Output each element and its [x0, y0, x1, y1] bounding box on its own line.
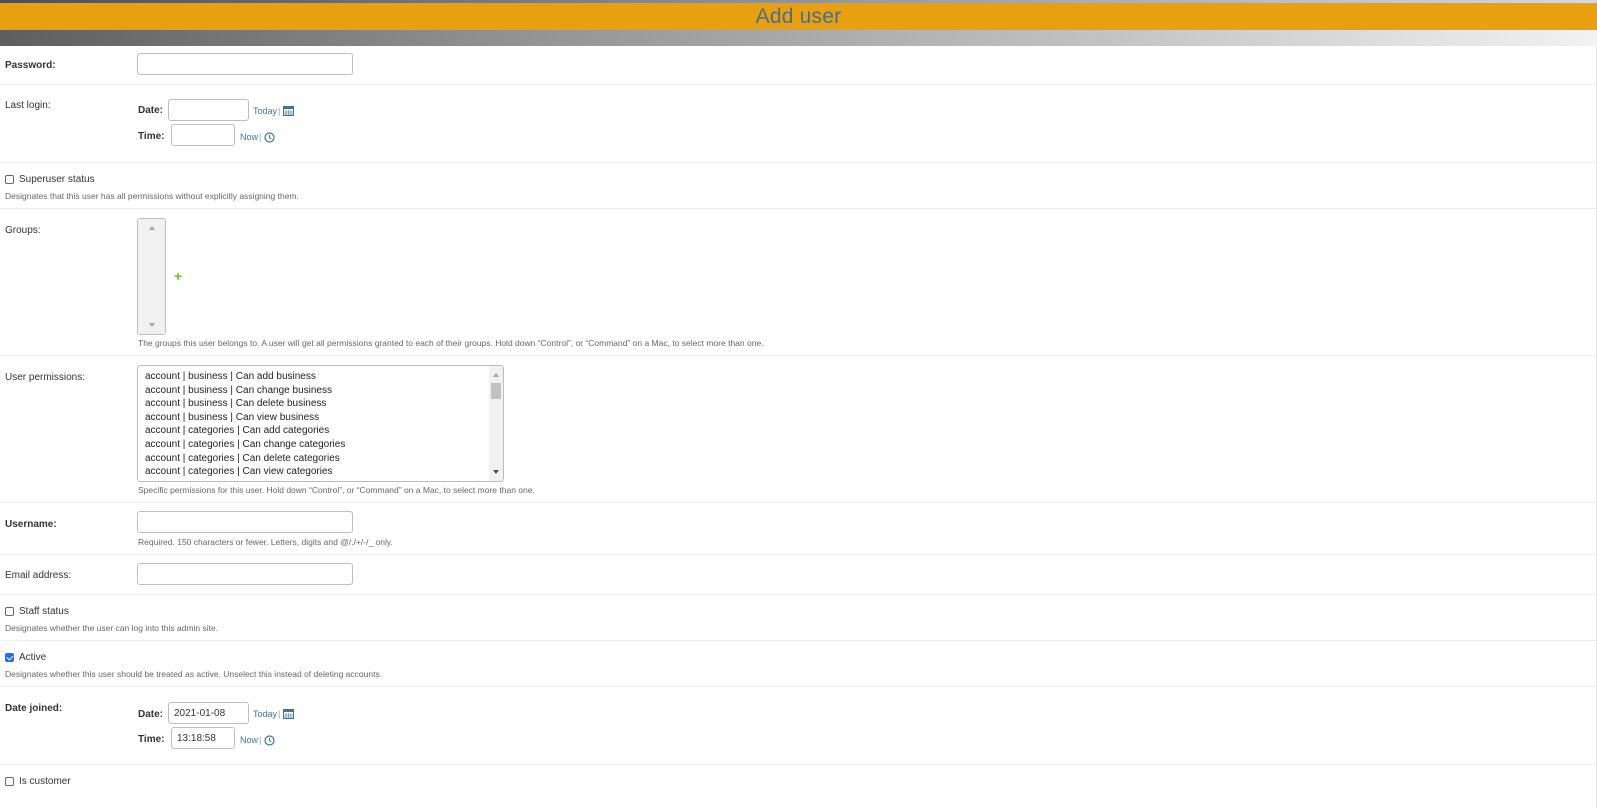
groups-select[interactable] [137, 218, 166, 335]
permission-option[interactable]: account | business | Can delete business [145, 397, 345, 411]
password-label: Password: [5, 60, 56, 71]
clock-icon[interactable] [264, 132, 275, 143]
is-customer-checkbox[interactable] [5, 777, 14, 786]
page-title: Add user [755, 5, 842, 28]
last-login-date-input[interactable] [168, 99, 249, 121]
superuser-row: Superuser status Designates that this us… [0, 162, 1597, 209]
calendar-icon[interactable] [283, 708, 294, 719]
email-label: Email address: [5, 570, 72, 581]
username-row: Username: Required. 150 characters or fe… [0, 502, 1597, 555]
last-login-now-link[interactable]: Now [240, 132, 258, 142]
password-field[interactable] [137, 53, 353, 75]
scrollbar-thumb[interactable] [491, 383, 501, 399]
user-permissions-label: User permissions: [5, 372, 86, 383]
staff-label: Staff status [19, 606, 69, 617]
scroll-up-arrow[interactable] [149, 226, 155, 230]
separator: | [278, 709, 281, 719]
permission-option[interactable]: account | categories | Can change catego… [145, 438, 345, 452]
password-row: Password: [0, 46, 1597, 84]
last-login-label: Last login: [5, 100, 51, 111]
date-joined-now-link[interactable]: Now [240, 735, 258, 745]
separator: | [278, 106, 281, 116]
staff-help: Designates whether the user can log into… [5, 623, 219, 633]
date-joined-time-input[interactable] [171, 727, 235, 749]
user-permissions-help: Specific permissions for this user. Hold… [138, 485, 535, 495]
active-help: Designates whether this user should be t… [5, 669, 383, 679]
date-joined-date-label: Date: [138, 709, 164, 720]
email-row: Email address: [0, 554, 1597, 595]
date-joined-today-link[interactable]: Today [253, 709, 277, 719]
username-field[interactable] [137, 511, 353, 533]
add-group-plus-icon[interactable]: + [174, 268, 182, 284]
is-customer-row: Is customer [0, 764, 1597, 809]
groups-label: Groups: [5, 225, 41, 236]
username-label: Username: [5, 519, 57, 530]
header-gradient-bar [0, 30, 1597, 46]
permissions-scrollbar[interactable] [489, 366, 503, 481]
staff-row: Staff status Designates whether the user… [0, 594, 1597, 641]
last-login-time-input[interactable] [171, 124, 235, 146]
superuser-help: Designates that this user has all permis… [5, 191, 299, 201]
page-header: Add user [0, 3, 1597, 30]
date-joined-time-label: Time: [138, 734, 165, 745]
user-permissions-select[interactable]: account | business | Can add business ac… [137, 365, 504, 482]
superuser-checkbox[interactable] [5, 175, 14, 184]
groups-scrollbar[interactable] [138, 219, 165, 334]
permission-option[interactable]: account | business | Can add business [145, 370, 345, 384]
separator: | [259, 735, 262, 745]
last-login-row: Last login: Date: Today | Time: Now | [0, 84, 1597, 163]
date-joined-row: Date joined: Date: Today | Time: Now | [0, 686, 1597, 765]
email-field[interactable] [137, 563, 353, 585]
active-label: Active [19, 652, 47, 663]
active-row: Active Designates whether this user shou… [0, 640, 1597, 687]
user-permissions-row: User permissions: account | business | C… [0, 355, 1597, 503]
permissions-options-list: account | business | Can add business ac… [145, 370, 345, 479]
scroll-down-arrow[interactable] [493, 470, 499, 474]
separator: | [259, 132, 262, 142]
calendar-icon[interactable] [283, 105, 294, 116]
groups-help: The groups this user belongs to. A user … [138, 338, 764, 348]
is-customer-label: Is customer [19, 776, 71, 787]
permission-option[interactable]: account | business | Can view business [145, 411, 345, 425]
last-login-time-label: Time: [138, 131, 165, 142]
scroll-up-arrow[interactable] [493, 373, 499, 377]
staff-checkbox[interactable] [5, 607, 14, 616]
active-checkbox[interactable] [5, 653, 14, 662]
username-help: Required. 150 characters or fewer. Lette… [138, 537, 393, 547]
date-joined-date-input[interactable] [168, 702, 249, 724]
permission-option[interactable]: account | categories | Can delete catego… [145, 452, 345, 466]
groups-row: Groups: + The groups this user belongs t… [0, 208, 1597, 356]
permission-option[interactable]: account | categories | Can view categori… [145, 465, 345, 479]
permission-option[interactable]: account | categories | Can add categorie… [145, 424, 345, 438]
last-login-date-label: Date: [138, 105, 164, 116]
superuser-label: Superuser status [19, 174, 95, 185]
last-login-today-link[interactable]: Today [253, 106, 277, 116]
date-joined-label: Date joined: [5, 703, 63, 714]
clock-icon[interactable] [264, 735, 275, 746]
permission-option[interactable]: account | business | Can change business [145, 384, 345, 398]
scroll-down-arrow[interactable] [149, 323, 155, 327]
